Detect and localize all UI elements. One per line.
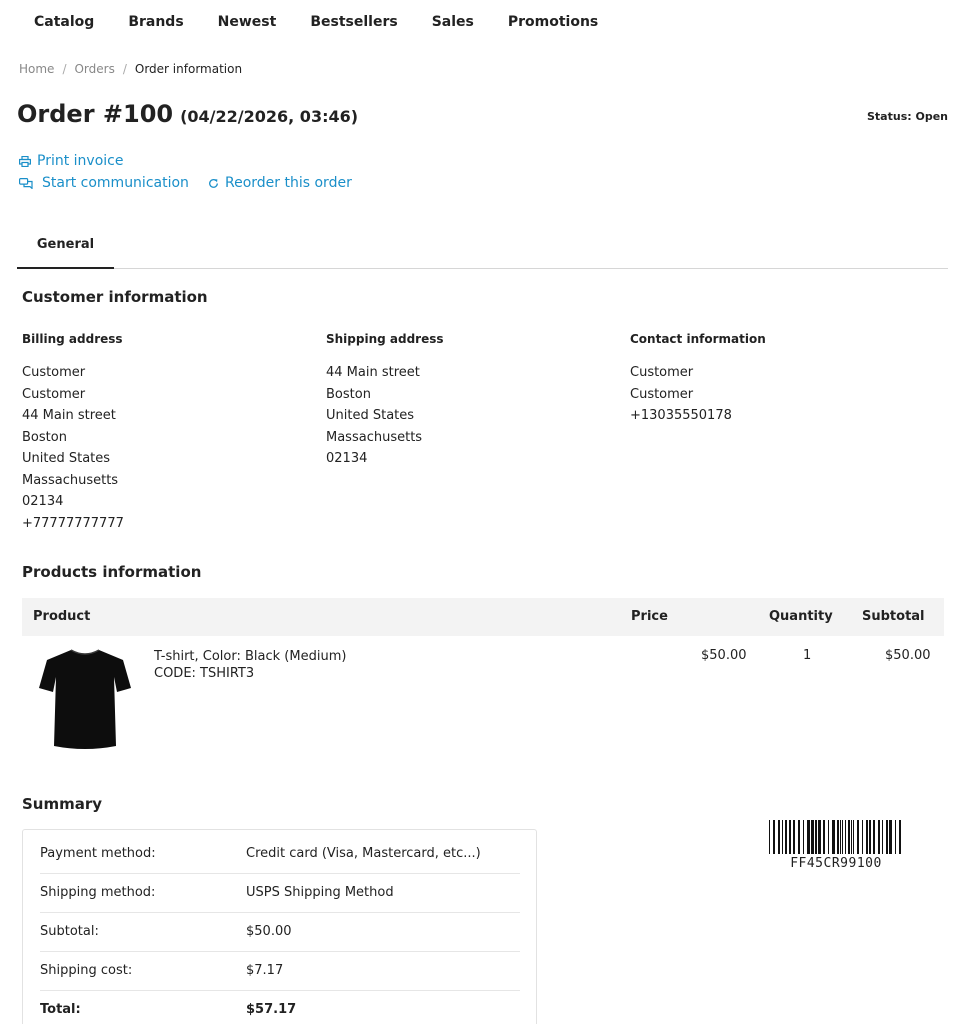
breadcrumb-current: Order information <box>134 62 243 76</box>
summary-value: USPS Shipping Method <box>246 885 394 900</box>
summary-value: Credit card (Visa, Mastercard, etc...) <box>246 846 481 861</box>
print-invoice-label: Print invoice <box>37 153 124 169</box>
main-nav: Catalog Brands Newest Bestsellers Sales … <box>34 12 632 32</box>
product-code: CODE: TSHIRT3 <box>154 666 255 681</box>
tab-general[interactable]: General <box>17 228 114 269</box>
breadcrumb-home[interactable]: Home <box>19 62 54 76</box>
summary-row-subtotal: Subtotal: $50.00 <box>40 913 520 952</box>
contact-line: +13035550178 <box>630 408 732 423</box>
summary-row-payment: Payment method: Credit card (Visa, Maste… <box>40 835 520 874</box>
nav-brands[interactable]: Brands <box>128 12 183 32</box>
billing-address-heading: Billing address <box>22 332 123 346</box>
products-table-header: Product Price Quantity Subtotal <box>22 598 944 636</box>
shipping-address: Shipping address 44 Main street Boston U… <box>326 332 444 470</box>
billing-line: Customer <box>22 386 86 402</box>
column-quantity: Quantity <box>769 609 833 624</box>
billing-line: United States <box>22 451 111 466</box>
summary-label: Total: <box>40 1002 81 1017</box>
summary-value: $50.00 <box>246 924 292 939</box>
summary-label: Payment method: <box>40 846 156 861</box>
order-number: Order #100 <box>17 100 174 128</box>
nav-newest[interactable]: Newest <box>218 12 277 32</box>
summary-row-shipping-cost: Shipping cost: $7.17 <box>40 952 520 991</box>
printer-icon <box>19 155 31 167</box>
barcode-text: FF45CR99100 <box>790 856 882 871</box>
breadcrumb-separator: / <box>122 62 127 76</box>
column-subtotal: Subtotal <box>862 609 925 624</box>
summary-value: $7.17 <box>246 963 284 978</box>
column-price: Price <box>631 609 668 624</box>
contact-line: Customer <box>630 386 694 402</box>
billing-line: Customer <box>22 365 86 380</box>
contact-line: Customer <box>630 365 694 380</box>
contact-information: Contact information Customer Customer +1… <box>630 332 766 427</box>
nav-bestsellers[interactable]: Bestsellers <box>310 12 397 32</box>
products-table: Product Price Quantity Subtotal T-shirt,… <box>22 598 944 766</box>
shipping-line: Boston <box>326 386 371 402</box>
column-product: Product <box>33 609 91 624</box>
nav-catalog[interactable]: Catalog <box>34 12 94 32</box>
shipping-line: Massachusetts <box>326 429 423 445</box>
summary-row-total: Total: $57.17 <box>40 991 520 1024</box>
product-quantity: 1 <box>803 648 812 663</box>
product-subtotal: $50.00 <box>885 648 931 663</box>
order-status: Status: Open <box>867 110 948 123</box>
summary-value: $57.17 <box>246 1002 297 1017</box>
start-communication-label: Start communication <box>42 175 189 191</box>
summary-row-shipping-method: Shipping method: USPS Shipping Method <box>40 874 520 913</box>
contact-information-heading: Contact information <box>630 332 766 346</box>
table-row: T-shirt, Color: Black (Medium) CODE: TSH… <box>22 636 944 766</box>
nav-sales[interactable]: Sales <box>432 12 474 32</box>
page-title: Order #100 (04/22/2026, 03:46) <box>17 100 358 128</box>
reorder-label: Reorder this order <box>225 175 352 191</box>
barcode-image <box>769 820 901 854</box>
products-info-heading: Products information <box>22 563 202 581</box>
product-image-tshirt[interactable] <box>37 644 133 752</box>
print-invoice-link[interactable]: Print invoice <box>19 153 123 169</box>
shipping-line: United States <box>326 408 415 423</box>
chat-icon <box>19 177 33 189</box>
summary-label: Subtotal: <box>40 924 99 939</box>
summary-box: Payment method: Credit card (Visa, Maste… <box>22 829 537 1024</box>
summary-label: Shipping cost: <box>40 963 133 978</box>
summary-heading: Summary <box>22 795 103 813</box>
billing-line: +77777777777 <box>22 515 124 531</box>
start-communication-link[interactable]: Start communication <box>19 175 189 191</box>
summary-label: Shipping method: <box>40 885 156 900</box>
product-name: T-shirt, Color: Black (Medium) CODE: TSH… <box>154 648 346 682</box>
nav-promotions[interactable]: Promotions <box>508 12 598 32</box>
billing-line: Boston <box>22 429 67 445</box>
tab-bar: General <box>17 228 948 269</box>
order-date: (04/22/2026, 03:46) <box>180 107 359 126</box>
product-price: $50.00 <box>701 648 747 663</box>
breadcrumb-separator: / <box>62 62 67 76</box>
refresh-icon <box>209 178 218 188</box>
shipping-address-heading: Shipping address <box>326 332 444 346</box>
product-title[interactable]: T-shirt, Color: Black (Medium) <box>154 648 346 665</box>
breadcrumb: Home / Orders / Order information <box>19 62 242 76</box>
billing-address: Billing address Customer Customer 44 Mai… <box>22 332 124 534</box>
billing-line: 44 Main street <box>22 408 116 423</box>
billing-line: 02134 <box>22 494 64 509</box>
billing-line: Massachusetts <box>22 472 119 488</box>
shipping-line: 02134 <box>326 451 368 466</box>
shipping-line: 44 Main street <box>326 365 420 380</box>
customer-info-heading: Customer information <box>22 288 208 306</box>
reorder-link[interactable]: Reorder this order <box>208 175 352 191</box>
breadcrumb-orders[interactable]: Orders <box>74 62 114 76</box>
